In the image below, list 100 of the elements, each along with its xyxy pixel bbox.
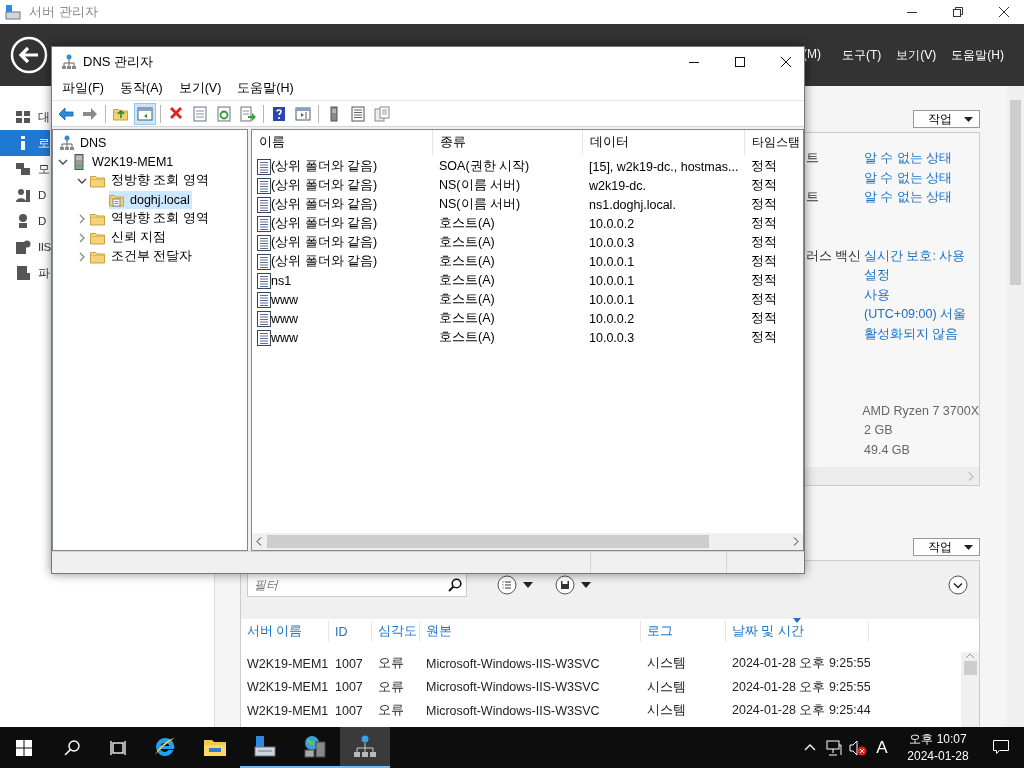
table-cell: 호스트(A) <box>439 311 495 325</box>
property-value: AMD Ryzen 7 3700X <box>862 403 979 418</box>
property-value: 49.4 GB <box>864 442 910 457</box>
table-cell: 2024-01-28 오후 9:25:55 <box>732 679 871 694</box>
sidebar-item[interactable]: 대 <box>0 104 50 130</box>
table-cell: 10.0.0.1 <box>589 273 635 288</box>
table-cell: www <box>271 311 299 326</box>
table-cell: Microsoft-Windows-IIS-W3SVC <box>426 703 600 718</box>
column-header[interactable]: 종류 <box>433 130 583 155</box>
table-cell: 10.0.0.2 <box>589 311 635 326</box>
column-header[interactable]: ID <box>329 621 372 642</box>
column-header[interactable]: 로그 <box>641 621 726 642</box>
filter-field[interactable]: 필터 <box>247 573 467 597</box>
table-cell: (상위 폴더와 같음) <box>271 196 378 213</box>
column-header[interactable]: 타임스탬 <box>745 130 803 155</box>
tree-item[interactable]: 역방향 조회 영역 <box>90 209 211 228</box>
table-cell: Microsoft-Windows-IIS-W3SVC <box>426 680 600 695</box>
sidebar-item[interactable]: 파 <box>0 260 50 286</box>
table-cell: 정적 <box>751 197 777 211</box>
table-cell: (상위 폴더와 같음) <box>271 158 378 175</box>
table-cell: 오류 <box>378 703 404 718</box>
table-cell: Microsoft-Windows-IIS-W3SVC <box>426 656 600 671</box>
table-cell: (상위 폴더와 같음) <box>271 234 378 251</box>
column-header[interactable]: 날짜 및 시간 <box>726 621 869 642</box>
clock[interactable]: 오후 10:07 2024-01-28 <box>898 727 978 768</box>
property-label: 러스 백신 <box>806 248 862 263</box>
table-cell: 10.0.0.1 <box>589 254 635 269</box>
table-cell: 정적 <box>751 273 777 287</box>
sidebar-item[interactable]: D <box>0 182 50 208</box>
table-cell: 정적 <box>751 330 777 344</box>
table-cell: (상위 폴더와 같음) <box>271 253 378 270</box>
table-cell: www <box>271 330 299 345</box>
table-cell: 시스템 <box>647 679 686 694</box>
table-cell: 1007 <box>335 656 363 671</box>
table-cell: 2024-01-28 오후 9:25:55 <box>732 656 871 671</box>
table-cell: 정적 <box>751 178 777 192</box>
column-header[interactable]: 이름 <box>252 130 433 155</box>
sidebar-item[interactable]: 모 <box>0 156 50 182</box>
tree-item[interactable]: 신뢰 지점 <box>90 228 169 247</box>
column-header[interactable]: 데이터 <box>583 130 745 155</box>
menu-item[interactable]: 보기(V) <box>896 46 937 64</box>
table-cell: 호스트(A) <box>439 216 495 230</box>
table-cell: [15], w2k19-dc., hostmas... <box>589 159 739 174</box>
property-link[interactable]: 설정 <box>864 267 890 285</box>
sidebar-item[interactable]: D <box>0 208 50 234</box>
table-cell: 오류 <box>378 679 404 694</box>
property-value: 2 GB <box>864 423 893 438</box>
table-cell: 호스트(A) <box>439 273 495 287</box>
table-cell: W2K19-MEM1 <box>247 703 329 718</box>
menu-item[interactable]: 동작(A) <box>119 79 163 97</box>
property-label: 트 <box>806 151 819 166</box>
property-link[interactable]: 알 수 없는 상태 <box>864 189 953 207</box>
menu-item[interactable]: 보기(V) <box>178 79 222 97</box>
tree-item[interactable]: W2K19-MEM1 <box>71 152 176 171</box>
tree-item[interactable]: DNS <box>59 133 109 152</box>
table-cell: 시스템 <box>647 703 686 718</box>
table-cell: SOA(권한 시작) <box>439 159 530 173</box>
table-cell: 1007 <box>335 680 363 695</box>
tree-item[interactable]: 정방향 조회 영역 <box>90 171 211 190</box>
tasks-dropdown[interactable]: 작업 <box>913 110 980 128</box>
table-cell: 10.0.0.2 <box>589 216 635 231</box>
table-cell: 정적 <box>751 292 777 306</box>
table-cell: W2K19-MEM1 <box>247 680 329 695</box>
table-cell: 오류 <box>378 656 404 671</box>
table-cell: 정적 <box>751 216 777 230</box>
table-cell: 정적 <box>751 159 777 173</box>
table-cell: NS(이름 서버) <box>439 197 521 211</box>
table-cell: 호스트(A) <box>439 235 495 249</box>
sidebar-item[interactable]: 로 <box>0 130 50 156</box>
table-cell: 2024-01-28 오후 9:25:44 <box>732 703 871 718</box>
tasks-dropdown[interactable]: 작업 <box>913 538 980 556</box>
table-cell: 호스트(A) <box>439 292 495 306</box>
table-cell: ns1 <box>271 273 292 288</box>
input-method[interactable]: A <box>870 727 894 768</box>
tree-item[interactable]: doghj.local <box>109 190 192 209</box>
column-header[interactable]: 원본 <box>420 621 641 642</box>
table-cell: 시스템 <box>647 656 686 671</box>
property-link[interactable]: 사용 <box>864 286 890 304</box>
table-cell: 1007 <box>335 703 363 718</box>
property-link[interactable]: 알 수 없는 상태 <box>864 150 953 168</box>
property-link[interactable]: 실시간 보호: 사용 <box>864 247 966 265</box>
menu-item[interactable]: 도움말(H) <box>951 46 1004 64</box>
table-cell: NS(이름 서버) <box>439 178 521 192</box>
column-header[interactable]: 서버 이름 <box>241 621 329 642</box>
table-cell: 정적 <box>751 235 777 249</box>
property-link[interactable]: 알 수 없는 상태 <box>864 169 953 187</box>
table-cell: www <box>271 292 299 307</box>
menu-item[interactable]: 도구(T) <box>842 46 882 64</box>
property-link[interactable]: 활성화되지 않음 <box>864 325 959 343</box>
sidebar-item[interactable]: IIS <box>0 234 50 260</box>
table-cell: ns1.doghj.local. <box>589 197 676 212</box>
table-cell: 호스트(A) <box>439 330 495 344</box>
table-cell: 10.0.0.3 <box>589 235 635 250</box>
table-cell: W2K19-MEM1 <box>247 656 329 671</box>
column-header[interactable]: 심각도 <box>372 621 420 642</box>
table-cell: 호스트(A) <box>439 254 495 268</box>
menu-item[interactable]: 도움말(H) <box>237 79 294 97</box>
tree-item[interactable]: 조건부 전달자 <box>90 247 195 266</box>
menu-item[interactable]: 파일(F) <box>62 79 104 97</box>
property-link[interactable]: (UTC+09:00) 서울 <box>864 306 967 324</box>
